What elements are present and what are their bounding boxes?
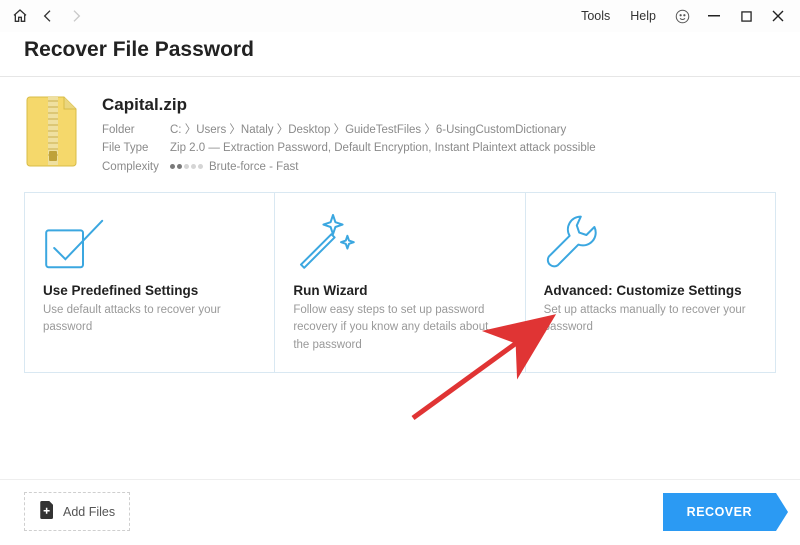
main-content: Capital.zip Folder C: 〉Users 〉Nataly 〉De… (0, 77, 800, 479)
card-advanced[interactable]: Advanced: Customize Settings Set up atta… (525, 193, 775, 372)
forward-button[interactable] (62, 2, 90, 30)
menu-help[interactable]: Help (620, 9, 666, 23)
attack-mode-cards: Use Predefined Settings Use default atta… (24, 192, 776, 373)
window-minimize[interactable] (698, 2, 730, 30)
file-name: Capital.zip (102, 95, 776, 115)
menu-tools[interactable]: Tools (571, 9, 620, 23)
card-predefined-desc: Use default attacks to recover your pass… (43, 302, 256, 337)
card-wizard-title: Run Wizard (293, 283, 506, 298)
wrench-icon (544, 209, 757, 273)
card-advanced-desc: Set up attacks manually to recover your … (544, 302, 757, 337)
window-close[interactable] (762, 2, 794, 30)
meta-value-type: Zip 2.0 — Extraction Password, Default E… (170, 139, 596, 157)
page-header: Recover File Password (0, 32, 800, 77)
meta-label-complexity: Complexity (102, 158, 170, 176)
add-files-label: Add Files (63, 505, 115, 519)
meta-value-folder: C: 〉Users 〉Nataly 〉Desktop 〉GuideTestFil… (170, 121, 566, 139)
add-files-button[interactable]: Add Files (24, 492, 130, 531)
footer-bar: Add Files RECOVER (0, 479, 800, 545)
card-predefined[interactable]: Use Predefined Settings Use default atta… (25, 193, 274, 372)
meta-value-complexity: Brute-force - Fast (170, 158, 298, 176)
checkmark-icon (43, 209, 256, 273)
card-wizard-desc: Follow easy steps to set up password rec… (293, 302, 506, 354)
card-predefined-title: Use Predefined Settings (43, 283, 256, 298)
card-advanced-title: Advanced: Customize Settings (544, 283, 757, 298)
window-maximize[interactable] (730, 2, 762, 30)
recover-button[interactable]: RECOVER (663, 493, 776, 531)
page-title: Recover File Password (24, 38, 776, 62)
wand-icon (293, 209, 506, 273)
feedback-icon[interactable] (666, 2, 698, 30)
add-file-icon (39, 501, 55, 522)
back-button[interactable] (34, 2, 62, 30)
zip-file-icon (24, 95, 82, 167)
complexity-text: Brute-force - Fast (209, 161, 298, 173)
window-titlebar: Tools Help (0, 0, 800, 32)
file-summary: Capital.zip Folder C: 〉Users 〉Nataly 〉De… (24, 95, 776, 176)
complexity-dots (170, 164, 203, 169)
meta-label-type: File Type (102, 139, 170, 157)
meta-label-folder: Folder (102, 121, 170, 139)
home-button[interactable] (6, 2, 34, 30)
card-wizard[interactable]: Run Wizard Follow easy steps to set up p… (274, 193, 524, 372)
